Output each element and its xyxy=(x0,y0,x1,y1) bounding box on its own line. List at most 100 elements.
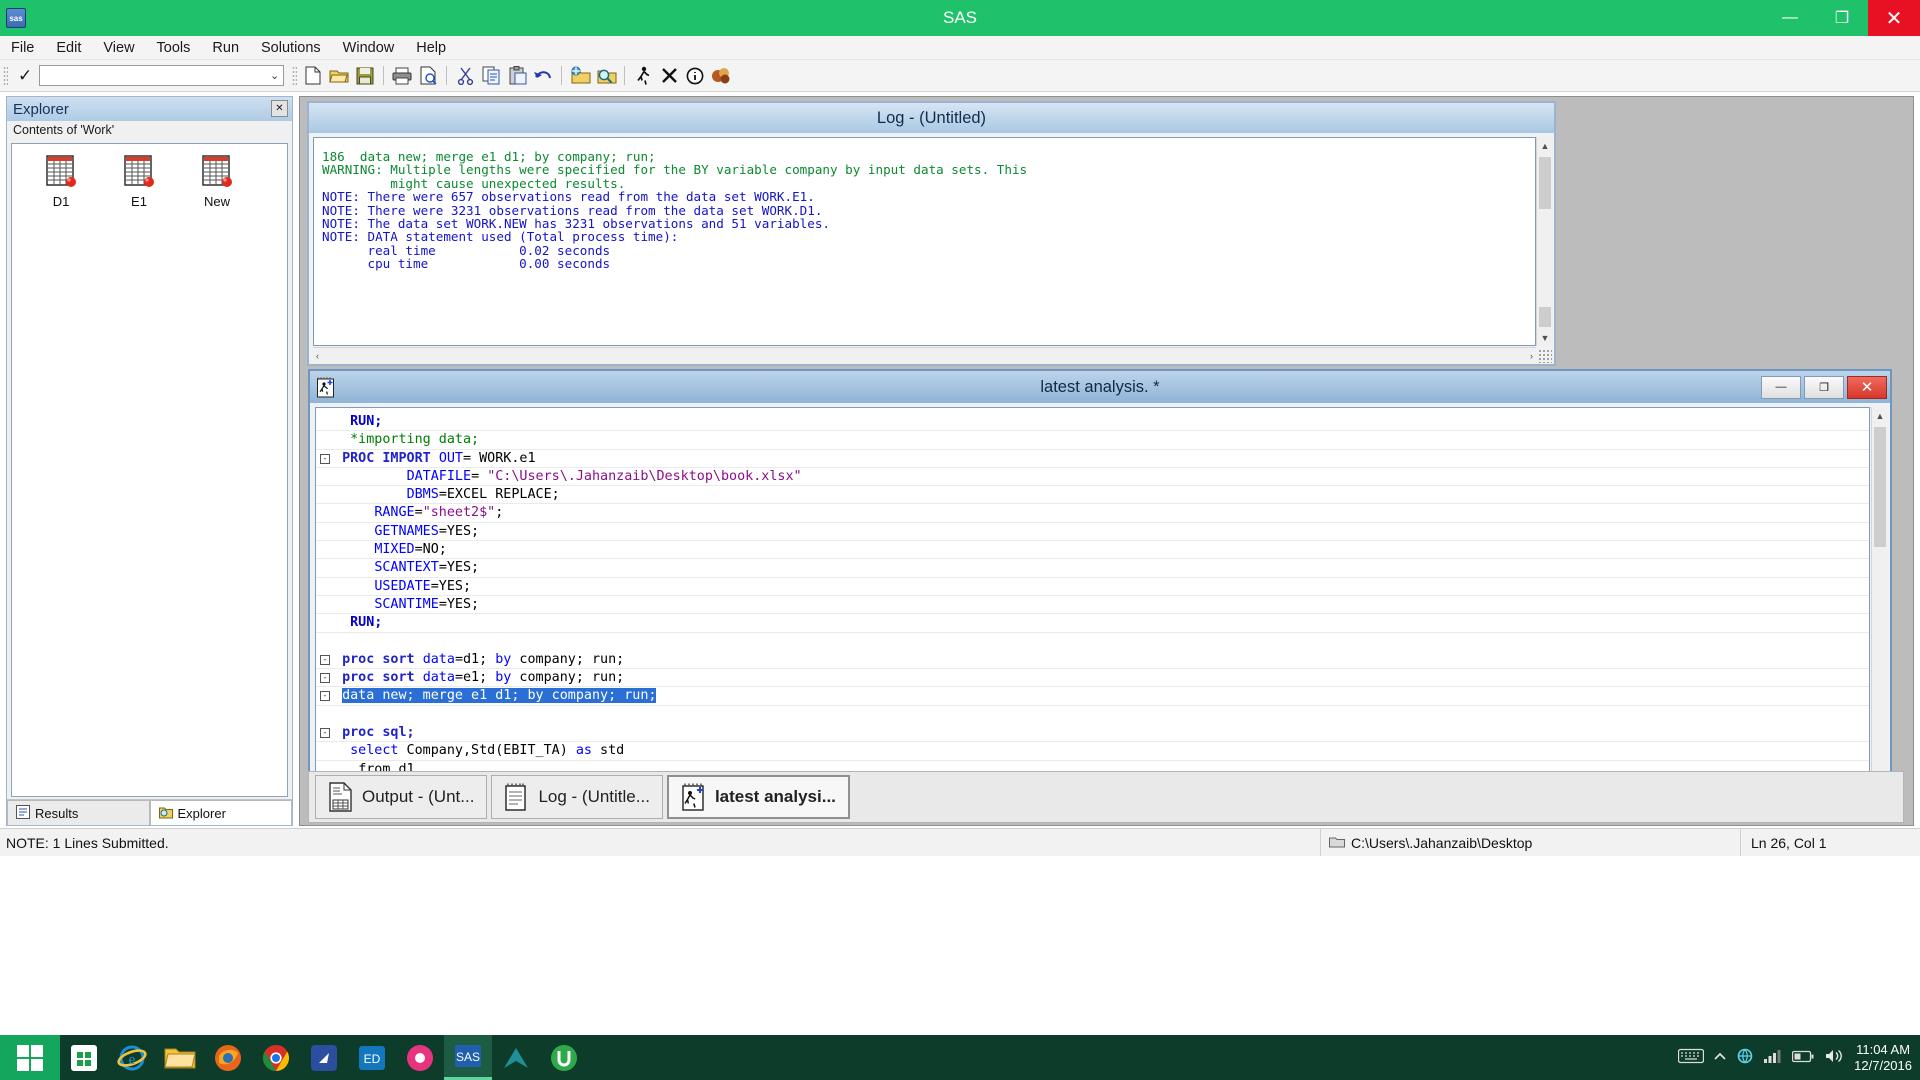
code-line[interactable]: - PROC IMPORT OUT= WORK.e1 xyxy=(316,450,1869,468)
explorer-dataset-list[interactable]: D1 E1 New xyxy=(11,143,288,797)
battery-icon[interactable] xyxy=(1792,1050,1814,1066)
editor-minimize-button[interactable]: — xyxy=(1761,376,1801,399)
print-preview-icon[interactable] xyxy=(415,64,441,88)
editor-scroll-up-button[interactable]: ▲ xyxy=(1872,407,1888,424)
editor-maximize-button[interactable]: ❐ xyxy=(1804,376,1844,399)
code-line[interactable]: select Company,Std(EBIT_TA) as std xyxy=(316,742,1869,760)
network-icon[interactable] xyxy=(1736,1048,1754,1067)
submit-check-icon[interactable]: ✓ xyxy=(18,66,32,86)
code-fold-toggle-icon[interactable]: - xyxy=(320,728,330,738)
taskbar-clock[interactable]: 11:04 AM 12/7/2016 xyxy=(1854,1042,1920,1074)
code-line[interactable]: DATAFILE= "C:\Users\.Jahanzaib\Desktop\b… xyxy=(316,468,1869,486)
explorer-close-icon[interactable]: ✕ xyxy=(271,100,288,117)
sas-community-icon[interactable] xyxy=(708,64,734,88)
code-line[interactable]: - data new; merge e1 d1; by company; run… xyxy=(316,687,1869,705)
print-icon[interactable] xyxy=(389,64,415,88)
editor-vertical-scrollbar[interactable]: ▲ ▼ xyxy=(1871,407,1888,800)
code-editor[interactable]: RUN; *importing data;- PROC IMPORT OUT= … xyxy=(315,407,1870,800)
file-explorer-icon[interactable] xyxy=(156,1035,204,1080)
code-line[interactable]: RUN; xyxy=(316,614,1869,632)
toolbar-grip-1[interactable] xyxy=(3,66,8,86)
code-line[interactable]: - proc sort data=d1; by company; run; xyxy=(316,651,1869,669)
window-tab-editor[interactable]: latest analysi... xyxy=(667,775,850,819)
menu-item-view[interactable]: View xyxy=(92,38,145,58)
endnote-icon[interactable]: ED xyxy=(348,1035,396,1080)
code-line[interactable] xyxy=(316,706,1869,724)
help-info-icon[interactable] xyxy=(682,64,708,88)
signal-bars-icon[interactable] xyxy=(1764,1049,1782,1066)
log-content[interactable]: 186 data new; merge e1 d1; by company; r… xyxy=(313,137,1536,346)
editor-close-button[interactable]: ✕ xyxy=(1847,376,1887,399)
window-tab-output[interactable]: Output - (Unt... xyxy=(315,775,487,819)
teal-arrow-icon[interactable] xyxy=(492,1035,540,1080)
firefox-icon[interactable] xyxy=(204,1035,252,1080)
sas-icon[interactable]: SAS xyxy=(444,1035,492,1080)
code-line[interactable]: - proc sql; xyxy=(316,724,1869,742)
log-scroll-left-button[interactable]: ‹ xyxy=(316,351,319,361)
log-horizontal-scrollbar[interactable]: ‹ › xyxy=(313,347,1536,363)
list-item[interactable]: D1 xyxy=(22,154,100,224)
new-document-icon[interactable] xyxy=(300,64,326,88)
internet-explorer-icon[interactable]: e xyxy=(108,1035,156,1080)
log-vertical-scrollbar[interactable]: ▲ ▼ xyxy=(1536,137,1553,346)
minimize-button[interactable]: — xyxy=(1764,0,1816,36)
copy-icon[interactable] xyxy=(478,64,504,88)
code-line[interactable]: GETNAMES=YES; xyxy=(316,523,1869,541)
menu-item-run[interactable]: Run xyxy=(201,38,250,58)
menu-item-edit[interactable]: Edit xyxy=(45,38,92,58)
cut-icon[interactable] xyxy=(452,64,478,88)
close-button[interactable]: ✕ xyxy=(1868,0,1920,36)
keyboard-icon[interactable] xyxy=(1678,1048,1704,1067)
undo-icon[interactable] xyxy=(530,64,556,88)
windows-start-icon[interactable] xyxy=(0,1035,60,1080)
utorrent-icon[interactable] xyxy=(540,1035,588,1080)
maximize-button[interactable]: ❐ xyxy=(1816,0,1868,36)
log-resize-grip[interactable] xyxy=(1538,349,1552,363)
window-tab-log[interactable]: Log - (Untitle... xyxy=(491,775,663,819)
code-fold-toggle-icon[interactable]: - xyxy=(320,454,330,464)
list-item[interactable]: New xyxy=(178,154,256,224)
menu-item-tools[interactable]: Tools xyxy=(146,38,202,58)
code-line[interactable]: - proc sort data=e1; by company; run; xyxy=(316,669,1869,687)
editor-window-titlebar[interactable]: latest analysis. * — ❐ ✕ xyxy=(310,371,1890,403)
log-scroll-right-button[interactable]: › xyxy=(1530,351,1533,361)
paste-icon[interactable] xyxy=(504,64,530,88)
explorer-search-icon[interactable] xyxy=(593,64,619,88)
code-fold-toggle-icon[interactable]: - xyxy=(320,691,330,701)
log-scroll-down-button[interactable]: ▼ xyxy=(1537,329,1553,346)
list-item[interactable]: E1 xyxy=(100,154,178,224)
tab-explorer[interactable]: Explorer xyxy=(150,800,293,825)
command-dropdown-arrow-icon[interactable]: ⌄ xyxy=(270,69,279,82)
code-line[interactable]: RANGE="sheet2$"; xyxy=(316,504,1869,522)
code-line[interactable] xyxy=(316,633,1869,651)
code-fold-toggle-icon[interactable]: - xyxy=(320,673,330,683)
menu-item-solutions[interactable]: Solutions xyxy=(250,38,332,58)
editor-scroll-thumb[interactable] xyxy=(1874,427,1886,547)
windows-explorer-store-icon[interactable] xyxy=(60,1035,108,1080)
open-folder-icon[interactable] xyxy=(326,64,352,88)
command-input[interactable]: ⌄ xyxy=(39,65,284,86)
code-line[interactable]: MIXED=NO; xyxy=(316,541,1869,559)
volume-icon[interactable] xyxy=(1824,1048,1844,1067)
code-line[interactable]: SCANTEXT=YES; xyxy=(316,559,1869,577)
log-scroll-up-button[interactable]: ▲ xyxy=(1537,137,1553,154)
code-line[interactable]: *importing data; xyxy=(316,431,1869,449)
submit-run-icon[interactable] xyxy=(630,64,656,88)
new-library-icon[interactable] xyxy=(567,64,593,88)
code-fold-toggle-icon[interactable]: - xyxy=(320,655,330,665)
log-window-titlebar[interactable]: Log - (Untitled) xyxy=(309,103,1554,133)
chrome-icon[interactable] xyxy=(252,1035,300,1080)
show-hidden-icons-icon[interactable] xyxy=(1714,1051,1726,1065)
code-line[interactable]: USEDATE=YES; xyxy=(316,578,1869,596)
log-scroll-thumb[interactable] xyxy=(1539,157,1551,209)
save-icon[interactable] xyxy=(352,64,378,88)
log-scroll-thumb-lower[interactable] xyxy=(1539,307,1551,327)
code-line[interactable]: RUN; xyxy=(316,413,1869,431)
tab-results[interactable]: Results xyxy=(7,800,150,825)
pink-app-icon[interactable] xyxy=(396,1035,444,1080)
clear-all-icon[interactable] xyxy=(656,64,682,88)
toolbar-grip-2[interactable] xyxy=(292,66,297,86)
menu-item-window[interactable]: Window xyxy=(332,38,406,58)
menu-item-help[interactable]: Help xyxy=(405,38,457,58)
code-line[interactable]: SCANTIME=YES; xyxy=(316,596,1869,614)
